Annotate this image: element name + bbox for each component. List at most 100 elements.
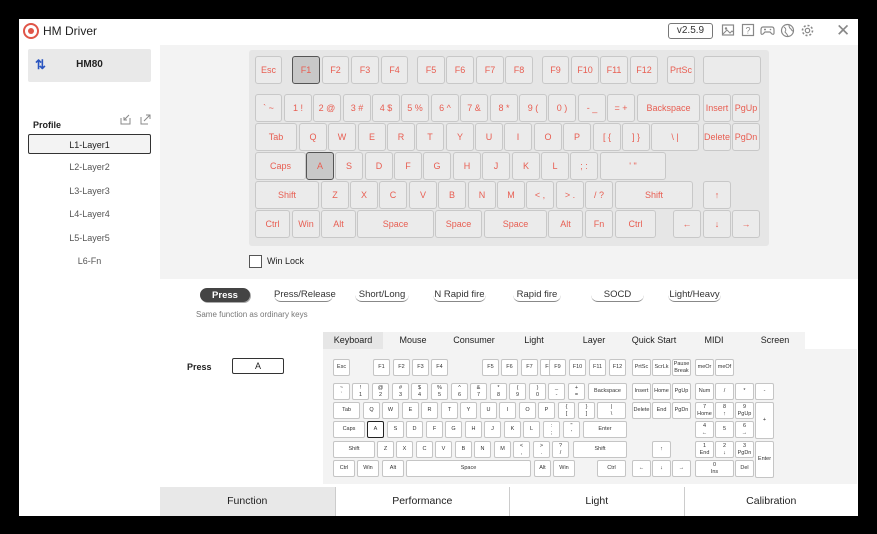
key-f2[interactable]: F2	[322, 56, 349, 84]
picker-key-key[interactable]: ↑	[652, 441, 671, 458]
picker-key-prtsc[interactable]: PrtSc	[632, 359, 651, 376]
picker-key-key[interactable]: ? /	[552, 441, 569, 458]
picker-key-6[interactable]: 6 →	[735, 421, 754, 438]
gear-icon[interactable]	[799, 23, 816, 40]
key-key[interactable]: / ?	[585, 181, 613, 209]
key-backspace[interactable]: Backspace	[637, 94, 700, 122]
picker-key-ctrl[interactable]: Ctrl	[333, 460, 355, 477]
bottom-tab-calibration[interactable]: Calibration	[683, 487, 859, 516]
key-key[interactable]: < ,	[526, 181, 554, 209]
function-tab-rapid-fire[interactable]: Rapid fire	[513, 288, 561, 302]
picker-key-pgup[interactable]: PgUp	[672, 383, 691, 400]
function-tab-light-heavy[interactable]: Light/Heavy	[668, 288, 721, 302]
picker-key-m[interactable]: M	[494, 441, 511, 458]
globe-icon[interactable]	[779, 23, 796, 40]
key-n[interactable]: N	[468, 181, 496, 209]
picker-key-win[interactable]: Win	[553, 460, 575, 477]
picker-key-c[interactable]: C	[416, 441, 433, 458]
picker-key-4[interactable]: $ 4	[411, 383, 428, 400]
picker-key-k[interactable]: K	[504, 421, 521, 438]
device-selector[interactable]: ⇅ HM80	[28, 49, 151, 82]
picker-key-f12[interactable]: F12	[609, 359, 626, 376]
picker-key-f11[interactable]: F11	[589, 359, 606, 376]
picker-key-5[interactable]: % 5	[431, 383, 448, 400]
key-a[interactable]: A	[306, 152, 334, 180]
picker-key-pgdn[interactable]: PgDn	[672, 402, 691, 419]
picker-key-key[interactable]: ↓	[652, 460, 671, 477]
picker-key-9[interactable]: ( 9	[509, 383, 526, 400]
picker-key-f1[interactable]: F1	[373, 359, 390, 376]
picker-key-key[interactable]: > .	[533, 441, 550, 458]
category-tab-consumer[interactable]: Consumer	[444, 332, 504, 349]
picker-key-home[interactable]: Home	[652, 383, 671, 400]
picker-key-insert[interactable]: Insert	[632, 383, 651, 400]
picker-key-key[interactable]: { [	[558, 402, 575, 419]
picker-key-shift[interactable]: Shift	[333, 441, 375, 458]
picker-key-l[interactable]: L	[523, 421, 540, 438]
key-f10[interactable]: F10	[571, 56, 599, 84]
picker-key-p[interactable]: P	[538, 402, 555, 419]
key-f6[interactable]: F6	[446, 56, 474, 84]
picker-key-key[interactable]: " '	[563, 421, 580, 438]
key-e[interactable]: E	[358, 123, 386, 151]
key-shift[interactable]: Shift	[255, 181, 319, 209]
key-b[interactable]: B	[438, 181, 466, 209]
key-f7[interactable]: F7	[476, 56, 504, 84]
key-m[interactable]: M	[497, 181, 525, 209]
key-shift[interactable]: Shift	[615, 181, 693, 209]
key-key[interactable]: ↓	[703, 210, 731, 238]
gamepad-icon[interactable]	[759, 23, 776, 40]
key-y[interactable]: Y	[446, 123, 474, 151]
picker-key-delete[interactable]: Delete	[632, 402, 651, 419]
picker-key-meor[interactable]: meOr	[695, 359, 714, 376]
key-f5[interactable]: F5	[417, 56, 445, 84]
picker-key-f4[interactable]: F4	[431, 359, 448, 376]
picker-key-w[interactable]: W	[382, 402, 399, 419]
picker-key-a[interactable]: A	[367, 421, 384, 438]
key-tab[interactable]: Tab	[255, 123, 297, 151]
picker-key-8[interactable]: 8 ↑	[715, 402, 734, 419]
bottom-tab-function[interactable]: Function	[160, 487, 335, 516]
key-key[interactable]: →	[732, 210, 760, 238]
key-f3[interactable]: F3	[351, 56, 379, 84]
category-tab-light[interactable]: Light	[506, 332, 562, 349]
key-key[interactable]: ] }	[622, 123, 650, 151]
key-key[interactable]: = +	[607, 94, 635, 122]
picker-key-4[interactable]: 4 ←	[695, 421, 714, 438]
export-icon[interactable]	[139, 114, 151, 126]
picker-key-y[interactable]: Y	[460, 402, 477, 419]
picker-key-1[interactable]: ! 1	[352, 383, 369, 400]
picker-key-9-pgup[interactable]: 9 PgUp	[735, 402, 754, 419]
picker-key-b[interactable]: B	[455, 441, 472, 458]
function-tab-press-release[interactable]: Press/Release	[274, 288, 336, 302]
picker-key-0[interactable]: ) 0	[529, 383, 546, 400]
picker-key-pause-break[interactable]: Pause Break	[672, 359, 691, 376]
key-insert[interactable]: Insert	[703, 94, 731, 122]
key-key[interactable]: [ {	[593, 123, 621, 151]
layer-item-l6-fn[interactable]: L6-Fn	[28, 251, 151, 271]
category-tab-midi[interactable]: MIDI	[685, 332, 743, 349]
picker-key-3[interactable]: # 3	[392, 383, 409, 400]
picker-key-key[interactable]: ←	[632, 460, 651, 477]
key-l[interactable]: L	[541, 152, 569, 180]
picker-key-z[interactable]: Z	[377, 441, 394, 458]
picker-key-7[interactable]: & 7	[470, 383, 487, 400]
key-d[interactable]: D	[365, 152, 393, 180]
picker-key-end[interactable]: End	[652, 402, 671, 419]
key-q[interactable]: Q	[299, 123, 327, 151]
picker-key-key[interactable]: -	[755, 383, 774, 400]
picker-key-7-home[interactable]: 7 Home	[695, 402, 714, 419]
picker-key-f5[interactable]: F5	[482, 359, 499, 376]
picker-key-backspace[interactable]: Backspace	[588, 383, 627, 400]
key-g[interactable]: G	[423, 152, 451, 180]
key-prtsc[interactable]: PrtSc	[667, 56, 695, 84]
key-key-blank[interactable]	[703, 56, 761, 84]
key-key[interactable]: > .	[556, 181, 584, 209]
category-tab-quick-start[interactable]: Quick Start	[625, 332, 683, 349]
key-s[interactable]: S	[335, 152, 363, 180]
key-k[interactable]: K	[512, 152, 540, 180]
key-w[interactable]: W	[328, 123, 356, 151]
category-tab-layer[interactable]: Layer	[565, 332, 623, 349]
picker-key-g[interactable]: G	[445, 421, 462, 438]
picker-key-v[interactable]: V	[435, 441, 452, 458]
